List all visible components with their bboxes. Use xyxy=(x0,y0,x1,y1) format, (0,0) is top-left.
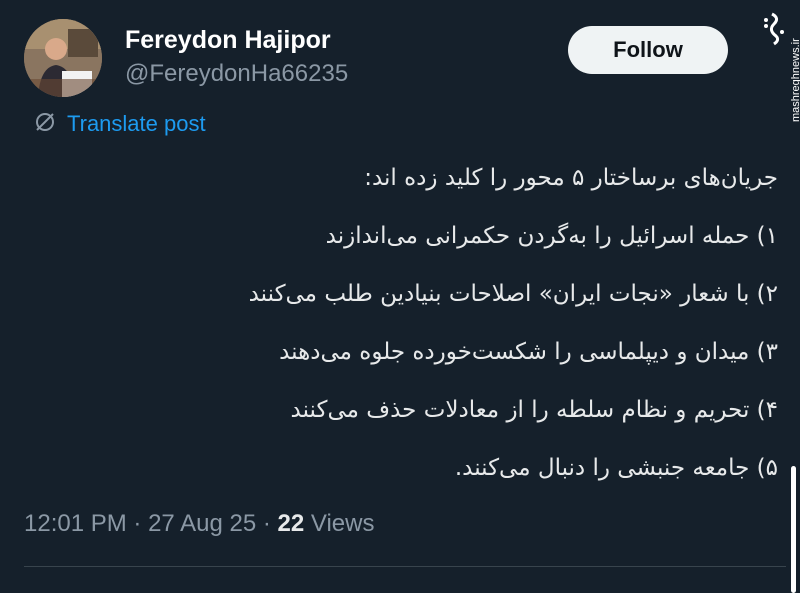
views-label[interactable]: Views xyxy=(304,510,375,537)
divider xyxy=(24,566,786,567)
follow-button[interactable]: Follow xyxy=(568,26,728,74)
tweet-line: ۱) حمله اسرائیل را به‌گردن حکمرانی می‌ان… xyxy=(325,223,778,249)
views-count[interactable]: 22 xyxy=(278,510,305,537)
translate-post-link[interactable]: Translate post xyxy=(33,110,206,138)
tweet-line: ۴) تحریم و نظام سلطه را از معادلات حذف م… xyxy=(290,397,778,423)
tweet-line: جریان‌های برساختار ۵ محور را کلید زده ان… xyxy=(364,165,778,191)
tweet-meta: 12:01 PM · 27 Aug 25 · 22 Views xyxy=(24,510,374,538)
meta-separator: · xyxy=(126,510,149,537)
meta-separator: · xyxy=(256,510,278,537)
post-date[interactable]: 27 Aug 25 xyxy=(148,510,256,537)
tweet-line: ۵) جامعه جنبشی را دنبال می‌کنند. xyxy=(454,455,778,481)
user-handle[interactable]: @FereydonHa66235 xyxy=(125,60,348,88)
translate-icon xyxy=(33,110,57,138)
post-time[interactable]: 12:01 PM xyxy=(24,510,127,537)
tweet-line: ۳) میدان و دیپلماسی را شکست‌خورده جلوه م… xyxy=(279,339,778,365)
translate-post-label: Translate post xyxy=(67,111,206,136)
tweet-text: جریان‌های برساختار ۵ محور را کلید زده ان… xyxy=(138,152,778,500)
avatar[interactable] xyxy=(24,19,102,97)
display-name[interactable]: Fereydon Hajipor xyxy=(125,26,331,55)
tweet-line: ۲) با شعار «نجات ایران» اصلاحات بنیادین … xyxy=(248,281,778,307)
scrollbar[interactable] xyxy=(791,466,796,593)
watermark-site: mashreghnews.ir xyxy=(790,38,800,122)
